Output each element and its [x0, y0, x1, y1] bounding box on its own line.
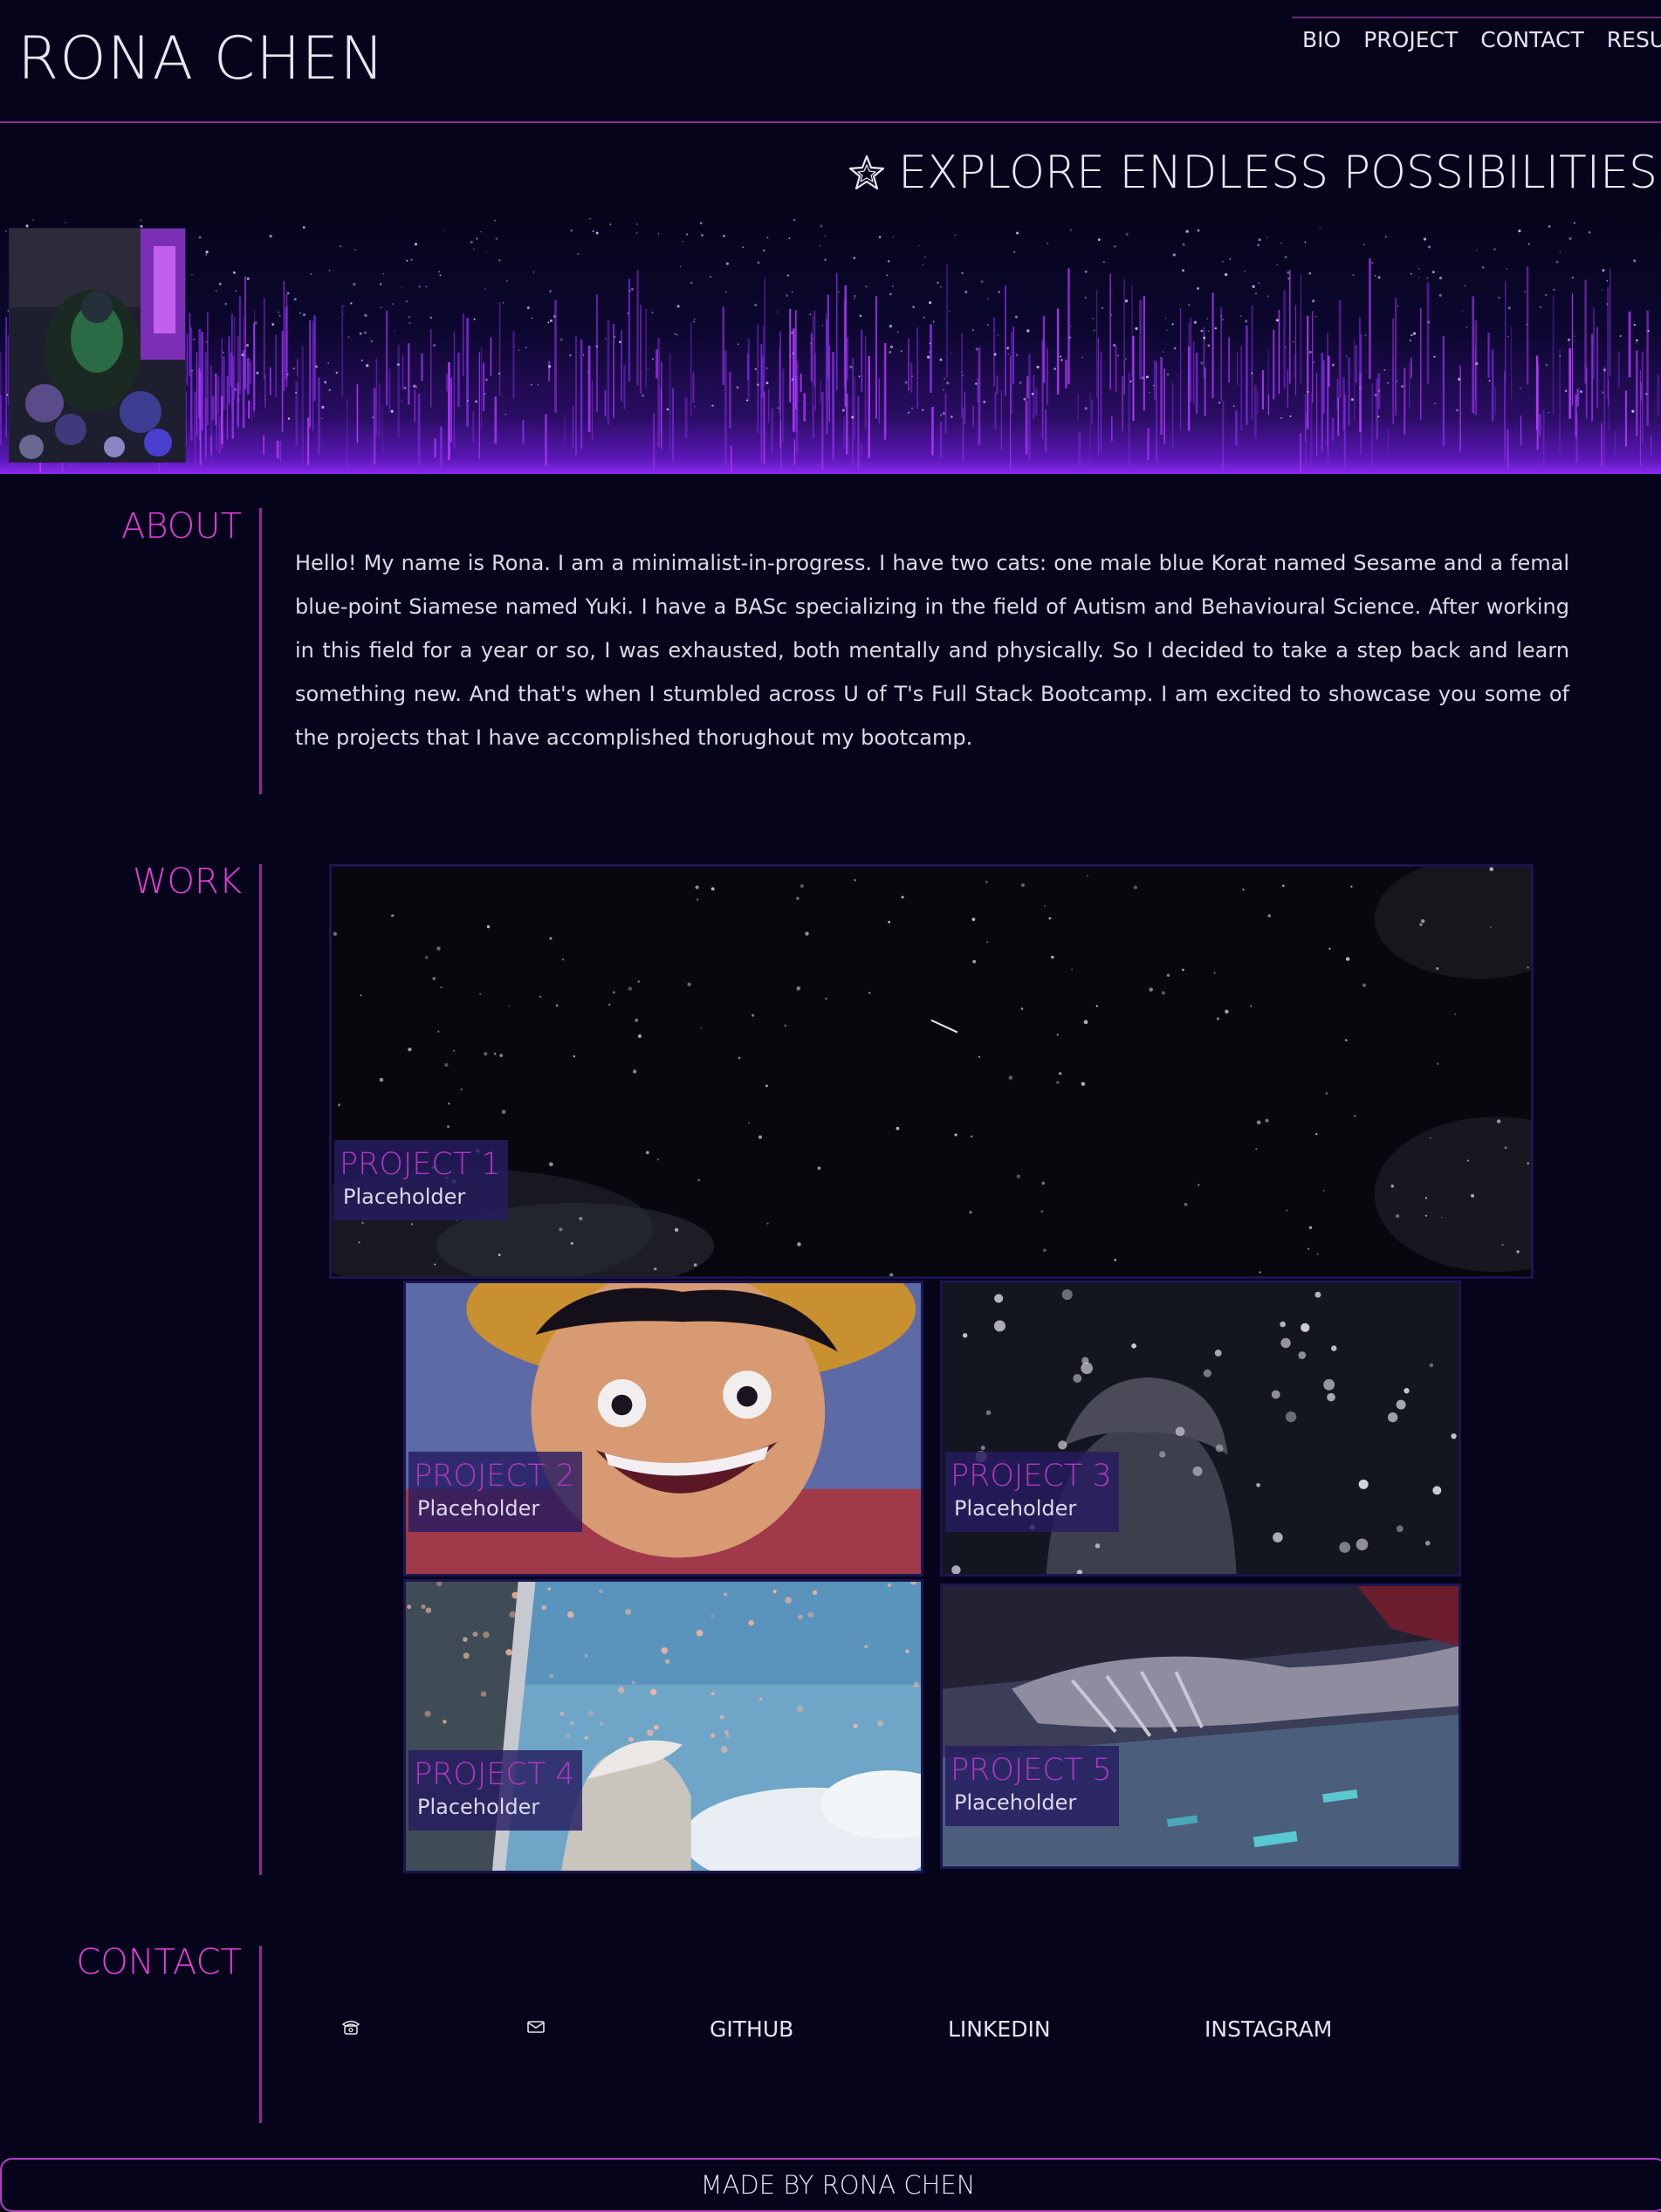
project-card-4[interactable]: PROJECT 4 Placeholder	[403, 1579, 923, 1873]
mail-icon	[527, 2021, 545, 2033]
project-2-caption: PROJECT 2 Placeholder	[408, 1452, 582, 1532]
nav-link-contact[interactable]: CONTACT	[1480, 27, 1584, 52]
section-label-work: WORK	[132, 862, 242, 902]
hero-tagline: EXPLORE ENDLESS POSSIBILITIES	[848, 147, 1658, 199]
header-divider	[0, 121, 1661, 123]
phone-icon	[341, 2020, 360, 2035]
site-title: RONA CHEN	[17, 24, 386, 93]
star-icon	[849, 155, 885, 190]
footer-text: MADE BY RONA CHEN	[700, 2170, 976, 2200]
nav-link-project[interactable]: PROJECT	[1363, 27, 1458, 52]
hero-banner	[0, 218, 1661, 474]
about-text: Hello! My name is Rona. I am a minimalis…	[295, 551, 1569, 750]
contact-rail	[259, 1946, 262, 2123]
linkedin-link[interactable]: LINKEDIN	[948, 2016, 1051, 2042]
footer: MADE BY RONA CHEN	[0, 2158, 1661, 2212]
project-1-title: PROJECT 1	[340, 1147, 501, 1182]
work-rail	[259, 864, 262, 1875]
project-5-title: PROJECT 5	[951, 1753, 1112, 1788]
section-label-about: ABOUT	[120, 506, 242, 546]
email-link[interactable]	[525, 2016, 546, 2037]
project-3-caption: PROJECT 3 Placeholder	[945, 1452, 1119, 1532]
project-2-desc: Placeholder	[417, 1496, 540, 1521]
project-1-desc: Placeholder	[343, 1185, 466, 1209]
main-nav: BIO PROJECT CONTACT RESUME	[1292, 17, 1661, 60]
project-4-title: PROJECT 4	[414, 1757, 575, 1792]
github-link[interactable]: GITHUB	[710, 2016, 793, 2042]
project-4-caption: PROJECT 4 Placeholder	[408, 1750, 582, 1831]
project-3-desc: Placeholder	[954, 1496, 1077, 1521]
tagline-text: EXPLORE ENDLESS POSSIBILITIES	[898, 147, 1658, 199]
nav-link-bio[interactable]: BIO	[1302, 27, 1341, 52]
project-1-image	[332, 867, 1531, 1276]
starfall-background	[0, 218, 1660, 474]
project-card-3[interactable]: PROJECT 3 Placeholder	[940, 1281, 1461, 1577]
nav-link-resume[interactable]: RESUME	[1607, 27, 1661, 52]
project-card-2[interactable]: PROJECT 2 Placeholder	[403, 1281, 923, 1577]
about-rail	[259, 508, 262, 794]
avatar	[9, 228, 186, 463]
project-4-desc: Placeholder	[417, 1795, 540, 1819]
project-card-5[interactable]: PROJECT 5 Placeholder	[940, 1583, 1461, 1869]
project-5-desc: Placeholder	[954, 1790, 1077, 1815]
project-5-caption: PROJECT 5 Placeholder	[945, 1746, 1119, 1826]
project-3-title: PROJECT 3	[951, 1459, 1112, 1494]
project-2-title: PROJECT 2	[414, 1459, 575, 1494]
project-1-caption: PROJECT 1 Placeholder	[334, 1140, 508, 1220]
project-card-1[interactable]: PROJECT 1 Placeholder	[329, 864, 1534, 1279]
phone-link[interactable]	[340, 2016, 361, 2037]
section-label-contact: CONTACT	[76, 1942, 242, 1982]
instagram-link[interactable]: INSTAGRAM	[1205, 2016, 1332, 2042]
